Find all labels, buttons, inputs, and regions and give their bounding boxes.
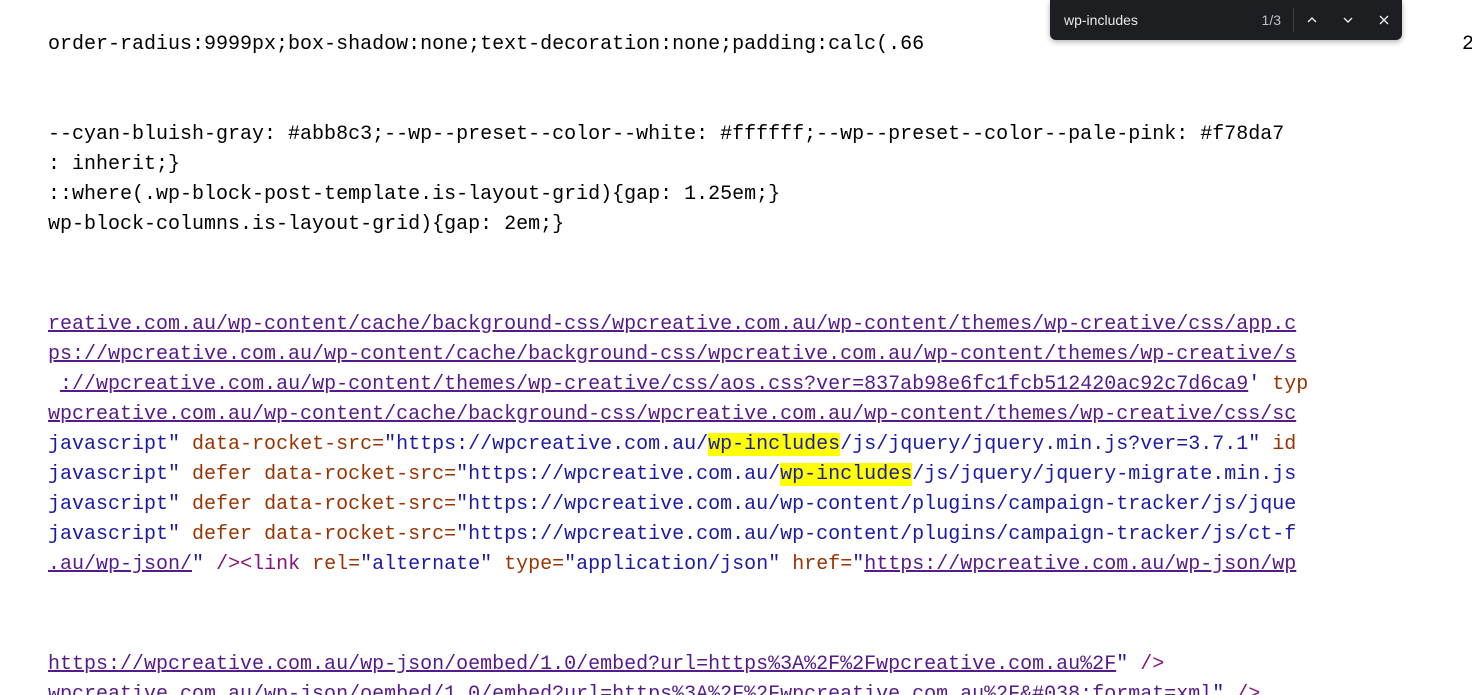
code-line: .au/wp-json/" /><link rel="alternate" ty… xyxy=(0,520,1296,610)
find-prev-button[interactable] xyxy=(1294,0,1330,40)
code-text: href= xyxy=(780,553,852,576)
find-next-button[interactable] xyxy=(1330,0,1366,40)
find-count: 1/3 xyxy=(1262,5,1293,35)
source-link[interactable]: https://wpcreative.com.au/wp-json/wp xyxy=(864,553,1296,576)
find-input[interactable] xyxy=(1050,0,1262,40)
code-text: <link xyxy=(240,553,312,576)
code-text: wp-block-columns.is-layout-grid){gap: 2e… xyxy=(48,213,564,236)
close-icon xyxy=(1376,12,1392,28)
code-text: rel= xyxy=(312,553,360,576)
code-text: /> xyxy=(1224,683,1260,695)
chevron-down-icon xyxy=(1340,12,1356,28)
find-close-button[interactable] xyxy=(1366,0,1402,40)
code-text: type= xyxy=(492,553,564,576)
code-line: order-radius:9999px;box-shadow:none;text… xyxy=(0,0,924,90)
code-text: --cyan-bluish-gray: #abb8c3;--wp--preset… xyxy=(48,123,1284,146)
code-text: " xyxy=(1212,683,1224,695)
chevron-up-icon xyxy=(1304,12,1320,28)
source-link[interactable]: wpcreative.com.au/wp-json/oembed/1.0/emb… xyxy=(48,683,1212,695)
code-text: order-radius:9999px;box-shadow:none;text… xyxy=(48,33,924,56)
code-text: " xyxy=(192,553,204,576)
code-text: "application/json" xyxy=(564,553,780,576)
page-source-view: 1/3 order-radius:9999px;box-shadow:none;… xyxy=(0,0,1472,695)
source-link[interactable]: .au/wp-json/ xyxy=(48,553,192,576)
code-text: " xyxy=(852,553,864,576)
code-text: /> xyxy=(204,553,240,576)
code-line: wpcreative.com.au/wp-json/oembed/1.0/emb… xyxy=(0,650,1260,695)
code-text: 2px) xyxy=(1450,33,1472,56)
find-bar: 1/3 xyxy=(1050,0,1402,40)
code-text: "alternate" xyxy=(360,553,492,576)
code-line: wp-block-columns.is-layout-grid){gap: 2e… xyxy=(0,180,564,270)
code-line: 2px) xyxy=(1402,0,1472,90)
